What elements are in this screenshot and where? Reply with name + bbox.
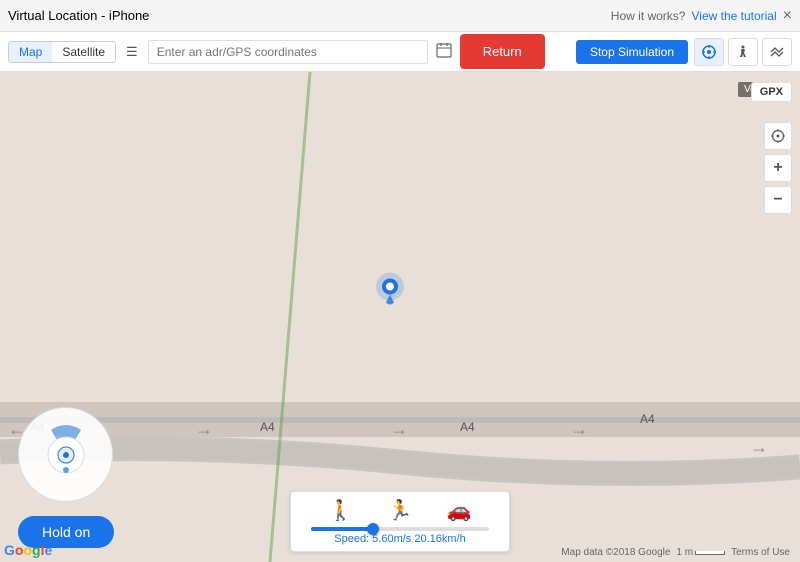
zoom-out-button[interactable]: − [764, 186, 792, 214]
road-arrow-right-3: → [570, 419, 588, 440]
map-area[interactable]: A4 A4 A4 A4 ← → → → → Ver 1.4.3 GPX [0, 72, 800, 562]
target-location-button[interactable] [694, 38, 724, 66]
tutorial-link[interactable]: View the tutorial [691, 9, 776, 23]
google-logo: Google [4, 542, 52, 558]
return-button-wrapper: Return [460, 34, 545, 69]
map-data-text: Map data ©2018 Google [561, 547, 670, 558]
walk-speed-icon[interactable]: 🚶 [328, 498, 353, 523]
titlebar-right: How it works? View the tutorial × [611, 7, 792, 25]
location-pin[interactable] [374, 271, 406, 314]
speed-slider[interactable] [311, 527, 489, 531]
car-speed-icon[interactable]: 🚗 [447, 498, 472, 523]
satellite-view-button[interactable]: Satellite [52, 42, 115, 62]
route-mode-button[interactable] [762, 38, 792, 66]
map-view-button[interactable]: Map [9, 42, 52, 62]
road-label-4: A4 [640, 412, 655, 426]
app-title: Virtual Location - iPhone [8, 8, 149, 23]
zoom-in-icon: + [773, 159, 782, 177]
titlebar: Virtual Location - iPhone How it works? … [0, 0, 800, 32]
scale-line [695, 551, 725, 555]
map-satellite-toggle: Map Satellite [8, 41, 116, 63]
stop-simulation-button[interactable]: Stop Simulation [576, 40, 688, 64]
compass-circle [18, 407, 113, 502]
road-arrow-right-2: → [390, 419, 408, 440]
speed-panel: 🚶 🏃 🚗 Speed: 5.60m/s 20.16km/h [290, 491, 510, 552]
map-target-icon-button[interactable] [764, 122, 792, 150]
gpx-button[interactable]: GPX [751, 82, 792, 102]
road-label-2: A4 [260, 420, 275, 434]
speed-slider-fill [311, 527, 373, 531]
close-button[interactable]: × [783, 7, 792, 25]
calendar-icon[interactable] [434, 40, 454, 63]
zoom-out-icon: − [773, 191, 782, 209]
list-icon[interactable]: ☰ [122, 44, 142, 60]
scale-bar: 1 m [676, 547, 725, 558]
help-text: How it works? [611, 9, 686, 23]
list-glyph: ☰ [126, 44, 138, 60]
walk-mode-button[interactable] [728, 38, 758, 66]
toolbar: Map Satellite ☰ Return Stop Simulation [0, 32, 800, 72]
speed-text: Speed: 5.60m/s 20.16km/h [311, 533, 489, 545]
road-arrow-right-4: → [750, 437, 768, 458]
speed-slider-thumb[interactable] [367, 523, 379, 535]
map-background [0, 72, 800, 562]
road-label-3: A4 [460, 420, 475, 434]
zoom-in-button[interactable]: + [764, 154, 792, 182]
map-attribution: Map data ©2018 Google 1 m Terms of Use [561, 547, 790, 558]
run-speed-icon[interactable]: 🏃 [388, 498, 413, 523]
return-button[interactable]: Return [463, 37, 542, 66]
road-arrow-right-1: → [195, 419, 213, 440]
coordinate-input[interactable] [148, 40, 428, 64]
right-icon-panel: + − [764, 122, 792, 214]
speed-icons-row: 🚶 🏃 🚗 [311, 498, 489, 523]
terms-link[interactable]: Terms of Use [731, 547, 790, 558]
toolbar-action-icons [694, 38, 792, 66]
